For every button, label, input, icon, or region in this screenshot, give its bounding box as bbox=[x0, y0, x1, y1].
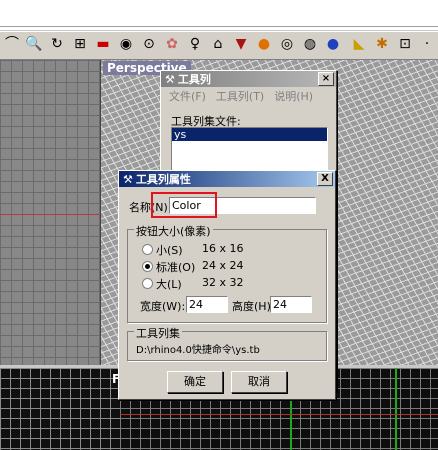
menu-file[interactable]: 文件(F) bbox=[169, 88, 206, 104]
transform-icon[interactable]: ⊡ bbox=[396, 35, 414, 53]
x-axis-line bbox=[120, 414, 438, 415]
window-title: 工具列 bbox=[177, 73, 211, 86]
width-input[interactable]: 24 bbox=[186, 296, 228, 313]
size-standard-dims: 24 x 24 bbox=[202, 259, 244, 272]
ok-button[interactable]: 确定 bbox=[167, 371, 223, 393]
color-icon[interactable]: ✿ bbox=[163, 35, 181, 53]
toolbar-collection-group: 工具列集 D:\rhino4.0快捷命令\ys.tb bbox=[127, 325, 327, 361]
eye-icon[interactable]: ◉ bbox=[117, 35, 135, 53]
grid-icon[interactable]: ⊞ bbox=[71, 35, 89, 53]
size-large-dims: 32 x 32 bbox=[202, 276, 244, 289]
viewport-bottom-left[interactable]: F bbox=[0, 368, 120, 450]
option-label: 标准(O) bbox=[156, 261, 196, 274]
files-list[interactable]: ys bbox=[171, 127, 328, 173]
dialog-title: 工具列属性 bbox=[135, 173, 191, 186]
cancel-button[interactable]: 取消 bbox=[231, 371, 287, 393]
toolbar-icon: ⚒ bbox=[165, 72, 175, 86]
radio-small[interactable] bbox=[142, 244, 153, 255]
y-axis-line-2 bbox=[395, 368, 397, 450]
ghost-sphere-icon[interactable]: ◎ bbox=[278, 35, 296, 53]
size-large-option[interactable]: 大(L) bbox=[142, 276, 182, 292]
group-label: 按钮大小(像素) bbox=[134, 223, 213, 239]
shield-icon[interactable]: ▼ bbox=[232, 35, 250, 53]
button-size-group: 按钮大小(像素) 小(S) 16 x 16 标准(O) 24 x 24 大(L)… bbox=[127, 223, 327, 323]
gear-icon[interactable]: ✱ bbox=[373, 35, 391, 53]
light-icon[interactable]: ♀ bbox=[186, 35, 204, 53]
viewport-top-left[interactable] bbox=[0, 60, 102, 365]
more-icon[interactable]: · bbox=[418, 35, 436, 53]
highlight-box bbox=[151, 192, 217, 218]
top-divider bbox=[0, 26, 438, 27]
lasso-icon[interactable]: ⌒ bbox=[3, 35, 21, 53]
collection-path: D:\rhino4.0快捷命令\ys.tb bbox=[136, 345, 260, 356]
width-label: 宽度(W): bbox=[140, 300, 186, 313]
toolbar-icon: ⚒ bbox=[123, 172, 133, 186]
rotate-view-icon[interactable]: ↻ bbox=[48, 35, 66, 53]
close-button[interactable]: × bbox=[318, 72, 334, 86]
list-item[interactable]: ys bbox=[172, 128, 327, 141]
sphere-icon[interactable]: ● bbox=[255, 35, 273, 53]
menu-bar: 文件(F) 工具列(T) 说明(H) bbox=[161, 87, 336, 105]
dialog-titlebar[interactable]: ⚒ 工具列属性 X bbox=[119, 171, 335, 187]
target-icon[interactable]: ⊙ bbox=[140, 35, 158, 53]
render-sphere-icon[interactable]: ◍ bbox=[301, 35, 319, 53]
size-standard-option[interactable]: 标准(O) bbox=[142, 259, 195, 275]
blue-sphere-icon[interactable]: ● bbox=[324, 35, 342, 53]
option-label: 小(S) bbox=[156, 244, 183, 257]
zoom-icon[interactable]: 🔍 bbox=[25, 35, 43, 53]
group-label: 工具列集 bbox=[134, 325, 182, 341]
height-label: 高度(H): bbox=[232, 300, 275, 313]
size-small-dims: 16 x 16 bbox=[202, 242, 244, 255]
window-titlebar[interactable]: ⚒ 工具列 × bbox=[161, 71, 336, 87]
lock-icon[interactable]: ⌂ bbox=[209, 35, 227, 53]
x-axis-line bbox=[0, 214, 100, 215]
size-small-option[interactable]: 小(S) bbox=[142, 242, 183, 258]
height-input[interactable]: 24 bbox=[270, 296, 312, 313]
flag-icon[interactable]: ◣ bbox=[350, 35, 368, 53]
menu-help[interactable]: 说明(H) bbox=[274, 88, 313, 104]
radio-large[interactable] bbox=[142, 278, 153, 289]
close-button[interactable]: X bbox=[317, 172, 333, 186]
menu-toolbar[interactable]: 工具列(T) bbox=[216, 88, 264, 104]
radio-standard[interactable] bbox=[142, 261, 153, 272]
option-label: 大(L) bbox=[156, 278, 182, 291]
car-icon[interactable]: ▬ bbox=[94, 35, 112, 53]
main-toolbar: ⌒ 🔍 ↻ ⊞ ▬ ◉ ⊙ ✿ ♀ ⌂ ▼ ● ◎ ◍ ● ◣ ✱ ⊡ · bbox=[0, 31, 438, 60]
